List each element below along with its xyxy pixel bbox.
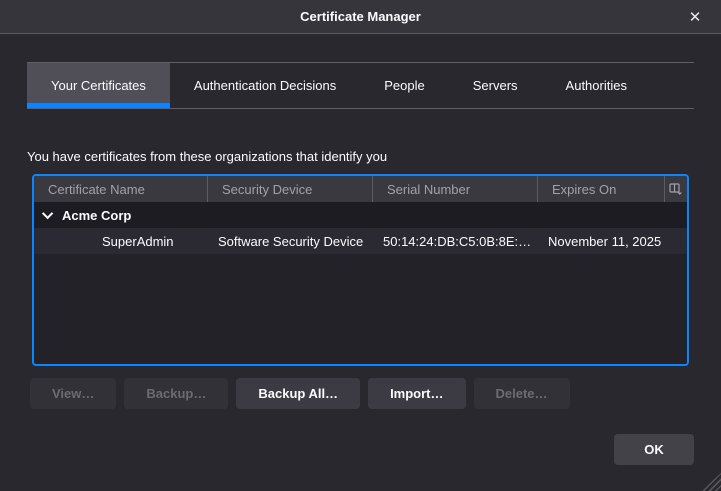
table-header-row: Certificate Name Security Device Serial … xyxy=(34,176,687,202)
tab-label: Authentication Decisions xyxy=(194,78,336,93)
tab-label: Servers xyxy=(473,78,518,93)
tab-label: Authorities xyxy=(566,78,627,93)
column-header-expires-on[interactable]: Expires On xyxy=(537,176,664,202)
tab-your-certificates[interactable]: Your Certificates xyxy=(27,63,170,108)
window-title: Certificate Manager xyxy=(300,9,421,24)
dialog-content: Your Certificates Authentication Decisio… xyxy=(0,62,721,465)
action-button-row: View… Backup… Backup All… Import… Delete… xyxy=(30,378,689,409)
close-icon[interactable]: ✕ xyxy=(681,0,709,33)
tab-authentication-decisions[interactable]: Authentication Decisions xyxy=(170,63,360,108)
tab-authorities[interactable]: Authorities xyxy=(542,63,651,108)
delete-button: Delete… xyxy=(474,378,570,409)
import-button[interactable]: Import… xyxy=(368,378,465,409)
tab-servers[interactable]: Servers xyxy=(449,63,542,108)
cell-security-device: Software Security Device xyxy=(207,234,372,249)
tab-strip: Your Certificates Authentication Decisio… xyxy=(27,62,694,109)
column-header-security-device[interactable]: Security Device xyxy=(207,176,372,202)
certificate-table: Certificate Name Security Device Serial … xyxy=(32,174,689,366)
backup-button: Backup… xyxy=(124,378,228,409)
certificate-manager-dialog: Certificate Manager ✕ Your Certificates … xyxy=(0,0,721,491)
column-header-certificate-name[interactable]: Certificate Name xyxy=(34,176,207,202)
chevron-down-icon[interactable] xyxy=(42,208,53,219)
cell-certificate-name: SuperAdmin xyxy=(34,234,207,249)
backup-all-button[interactable]: Backup All… xyxy=(236,378,360,409)
tab-label: Your Certificates xyxy=(51,78,146,93)
view-button: View… xyxy=(30,378,116,409)
table-row-certificate[interactable]: SuperAdmin Software Security Device 50:1… xyxy=(34,228,687,254)
ok-button[interactable]: OK xyxy=(614,434,694,465)
tab-people[interactable]: People xyxy=(360,63,448,108)
intro-text: You have certificates from these organiz… xyxy=(27,149,694,164)
tab-label: People xyxy=(384,78,424,93)
table-row-group-acme-corp[interactable]: Acme Corp xyxy=(34,202,687,228)
column-header-serial-number[interactable]: Serial Number xyxy=(372,176,537,202)
cell-expires-on: November 11, 2025 xyxy=(537,234,687,249)
group-name: Acme Corp xyxy=(62,208,131,223)
resize-grip[interactable] xyxy=(701,473,721,491)
titlebar: Certificate Manager ✕ xyxy=(0,0,721,34)
column-picker-icon xyxy=(669,183,683,195)
cell-serial-number: 50:14:24:DB:C5:0B:8E:… xyxy=(372,234,537,249)
dialog-footer: OK xyxy=(27,434,694,465)
column-picker-button[interactable] xyxy=(664,176,687,202)
